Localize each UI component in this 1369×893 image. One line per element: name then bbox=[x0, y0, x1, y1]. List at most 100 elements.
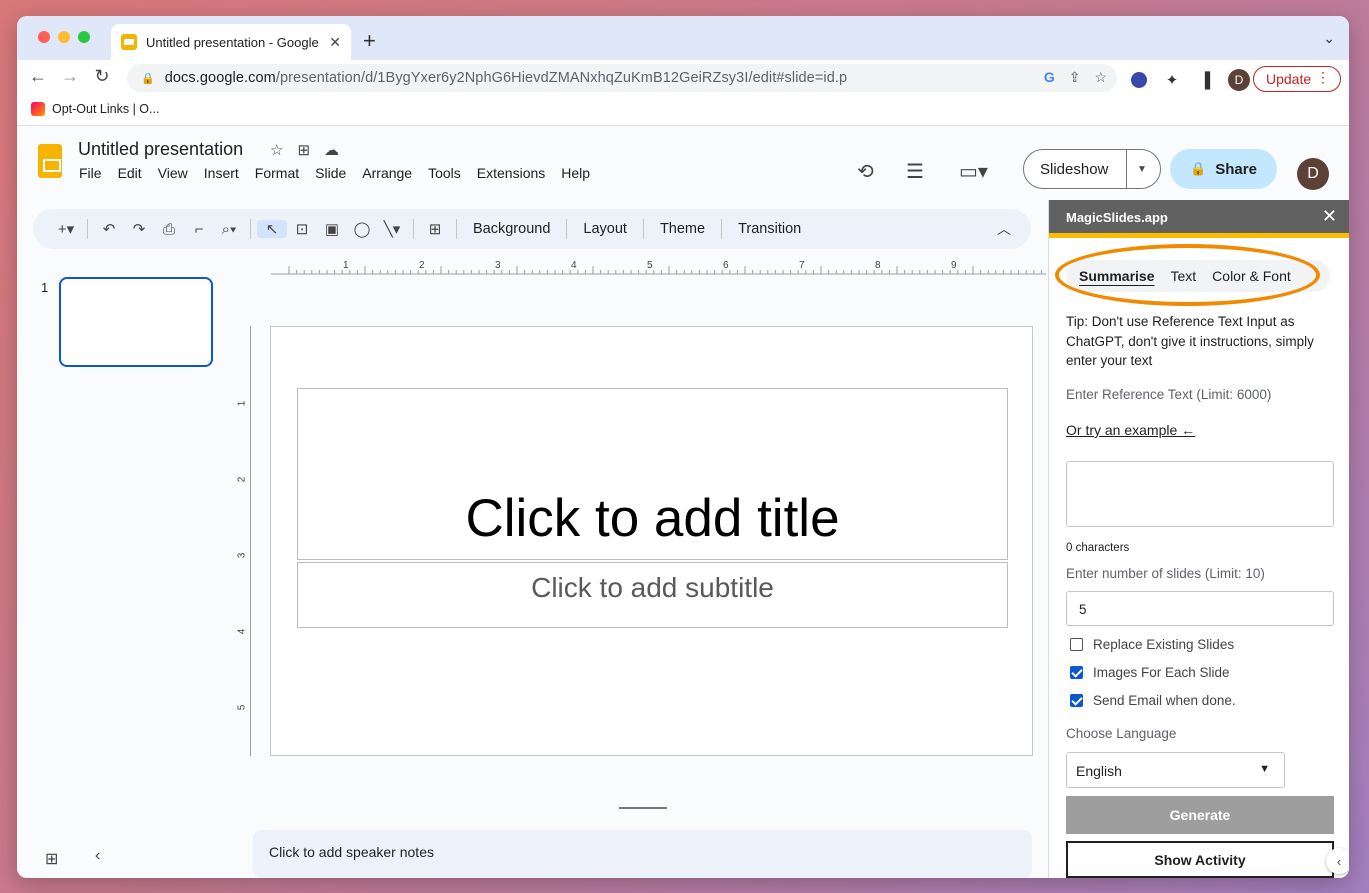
user-avatar[interactable]: D bbox=[1297, 158, 1329, 190]
browser-tab[interactable]: Untitled presentation - Google ✕ bbox=[111, 24, 351, 60]
more-menu-icon[interactable]: ⋮ bbox=[1316, 69, 1330, 86]
menu-format[interactable]: Format bbox=[255, 165, 305, 181]
close-window-button[interactable] bbox=[38, 31, 50, 43]
share-page-icon[interactable]: ⇪ bbox=[1069, 69, 1081, 86]
slide-thumbnail[interactable] bbox=[59, 277, 213, 367]
new-slide-icon[interactable]: +▾ bbox=[51, 220, 81, 238]
side-panel-icon[interactable]: ▐ bbox=[1195, 70, 1215, 90]
back-arrow-icon[interactable]: ← bbox=[25, 66, 51, 87]
url-path: /presentation/d/1BygYxer6y2NphG6HievdZMA… bbox=[275, 70, 848, 86]
slides-app: Untitled presentation ☆ ⊞ ☁ File Edit Vi… bbox=[17, 127, 1349, 878]
profile-avatar[interactable]: D bbox=[1228, 69, 1250, 91]
text-box-icon[interactable]: ⊡ bbox=[287, 220, 317, 238]
navigation-bar: ← → ↻ 🔒 docs.google.com/presentation/d/1… bbox=[17, 60, 1349, 98]
images-each-slide-checkbox[interactable]: Images For Each Slide bbox=[1070, 665, 1230, 680]
extensions-puzzle-icon[interactable]: ✦ bbox=[1162, 70, 1182, 90]
menu-tools[interactable]: Tools bbox=[428, 165, 467, 181]
menu-edit[interactable]: Edit bbox=[118, 165, 148, 181]
print-icon[interactable]: ⎙ bbox=[154, 221, 184, 238]
show-activity-button[interactable]: Show Activity bbox=[1066, 841, 1334, 878]
title-placeholder[interactable]: Click to add title bbox=[297, 388, 1008, 560]
replace-slides-checkbox[interactable]: Replace Existing Slides bbox=[1070, 637, 1234, 652]
collapse-toolbar-icon[interactable]: ︿ bbox=[997, 219, 1011, 239]
slideshow-button[interactable]: Slideshow ▼ bbox=[1023, 149, 1161, 189]
menu-file[interactable]: File bbox=[79, 165, 108, 181]
move-folder-icon[interactable]: ⊞ bbox=[297, 141, 310, 159]
side-panel-toggle-icon[interactable]: ‹ bbox=[1326, 848, 1349, 874]
reload-icon[interactable]: ↻ bbox=[89, 66, 115, 87]
collapse-filmstrip-icon[interactable]: ‹ bbox=[95, 847, 100, 865]
reference-text-input[interactable] bbox=[1066, 461, 1334, 527]
redo-icon[interactable]: ↷ bbox=[124, 220, 154, 238]
ruler-label: 4 bbox=[236, 628, 248, 635]
checkbox-icon[interactable] bbox=[1070, 638, 1083, 651]
slides-toolbar: +▾ ↶ ↷ ⎙ ⌐ ⌕▾ ↖ ⊡ ▣ ◯ ╲▾ ⊞ Background La… bbox=[33, 209, 1031, 249]
slide-canvas[interactable]: Click to add title Click to add subtitle bbox=[270, 326, 1033, 756]
ruler-label: 2 bbox=[236, 476, 248, 483]
select-cursor-icon[interactable]: ↖ bbox=[257, 220, 287, 238]
image-icon[interactable]: ▣ bbox=[317, 220, 347, 238]
slideshow-dropdown-icon[interactable]: ▼ bbox=[1137, 164, 1147, 175]
paint-format-icon[interactable]: ⌐ bbox=[184, 221, 214, 238]
undo-icon[interactable]: ↶ bbox=[94, 220, 124, 238]
comments-icon[interactable]: ☰ bbox=[906, 159, 924, 184]
send-email-checkbox[interactable]: Send Email when done. bbox=[1070, 693, 1236, 708]
google-lens-icon[interactable]: G bbox=[1044, 69, 1055, 86]
menu-slide[interactable]: Slide bbox=[315, 165, 352, 181]
browser-window: Untitled presentation - Google ✕ + ⌄ ← →… bbox=[17, 16, 1349, 878]
slides-count-label: Enter number of slides (Limit: 10) bbox=[1066, 566, 1265, 581]
tab-strip: Untitled presentation - Google ✕ + ⌄ bbox=[17, 16, 1349, 60]
ruler-label: 9 bbox=[951, 260, 957, 271]
checkbox-checked-icon[interactable] bbox=[1070, 666, 1083, 679]
theme-button[interactable]: Theme bbox=[650, 221, 715, 237]
magicslides-panel: MagicSlides.app ✕ Summarise Text Color &… bbox=[1048, 200, 1349, 878]
add-comment-icon[interactable]: ⊞ bbox=[420, 220, 450, 238]
ruler-label: 2 bbox=[419, 260, 425, 271]
meet-camera-icon[interactable]: ▭▾ bbox=[959, 159, 988, 184]
checkbox-checked-icon[interactable] bbox=[1070, 694, 1083, 707]
menu-view[interactable]: View bbox=[158, 165, 194, 181]
minimize-window-button[interactable] bbox=[58, 31, 70, 43]
slides-count-input[interactable]: 5 bbox=[1066, 591, 1334, 626]
slide-number: 1 bbox=[41, 280, 49, 295]
generate-button[interactable]: Generate bbox=[1066, 796, 1334, 834]
language-label: Choose Language bbox=[1066, 726, 1177, 741]
update-button[interactable]: Update ⋮ bbox=[1253, 66, 1341, 92]
speaker-notes[interactable]: Click to add speaker notes bbox=[253, 830, 1032, 878]
ruler-label: 4 bbox=[571, 260, 577, 271]
grid-view-icon[interactable]: ⊞ bbox=[45, 849, 58, 869]
share-button[interactable]: 🔒 Share bbox=[1170, 149, 1277, 189]
character-count: 0 characters bbox=[1066, 542, 1130, 554]
layout-button[interactable]: Layout bbox=[573, 221, 637, 237]
subtitle-placeholder[interactable]: Click to add subtitle bbox=[297, 562, 1008, 628]
maximize-window-button[interactable] bbox=[78, 31, 90, 43]
zoom-icon[interactable]: ⌕▾ bbox=[214, 221, 244, 238]
language-select[interactable]: English ▼ bbox=[1066, 752, 1285, 788]
notes-resize-handle[interactable] bbox=[619, 807, 667, 809]
bookmark-star-icon[interactable]: ☆ bbox=[1094, 69, 1107, 86]
new-tab-icon[interactable]: + bbox=[363, 28, 376, 54]
menu-arrange[interactable]: Arrange bbox=[362, 165, 418, 181]
close-tab-icon[interactable]: ✕ bbox=[329, 34, 341, 51]
transition-button[interactable]: Transition bbox=[728, 221, 811, 237]
close-panel-icon[interactable]: ✕ bbox=[1322, 206, 1337, 227]
document-title[interactable]: Untitled presentation bbox=[78, 139, 243, 160]
try-example-link[interactable]: Or try an example ← bbox=[1066, 422, 1195, 438]
menu-help[interactable]: Help bbox=[561, 165, 596, 181]
tab-search-chevron-icon[interactable]: ⌄ bbox=[1323, 30, 1335, 47]
ruler-label: 1 bbox=[343, 260, 349, 271]
slides-logo-icon[interactable] bbox=[38, 144, 62, 178]
forward-arrow-icon[interactable]: → bbox=[57, 66, 83, 87]
line-icon[interactable]: ╲▾ bbox=[377, 220, 407, 238]
menu-insert[interactable]: Insert bbox=[204, 165, 245, 181]
cloud-saved-icon[interactable]: ☁ bbox=[324, 141, 339, 159]
star-icon[interactable]: ☆ bbox=[270, 141, 283, 159]
menu-extensions[interactable]: Extensions bbox=[477, 165, 551, 181]
extension-compass-icon[interactable] bbox=[1129, 70, 1149, 90]
background-button[interactable]: Background bbox=[463, 221, 560, 237]
ruler-label: 5 bbox=[647, 260, 653, 271]
shape-icon[interactable]: ◯ bbox=[347, 220, 377, 238]
address-bar[interactable]: 🔒 docs.google.com/presentation/d/1BygYxe… bbox=[127, 64, 1117, 92]
bookmark-item[interactable]: Opt-Out Links | O... bbox=[31, 102, 159, 116]
version-history-icon[interactable]: ⟲ bbox=[857, 159, 874, 184]
